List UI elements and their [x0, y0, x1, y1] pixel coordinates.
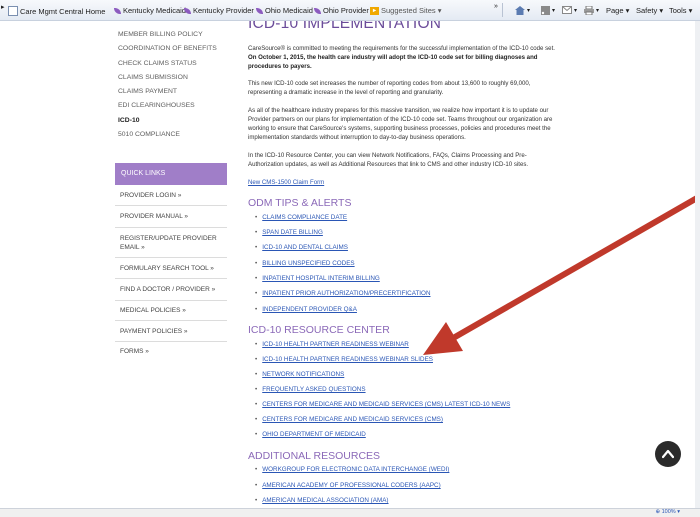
feeds-icon	[541, 6, 550, 15]
page-menu-label: Page ▾	[606, 6, 630, 15]
favorite-suggested-sites[interactable]: ▸ Suggested Sites ▾	[370, 6, 441, 15]
favorite-kentucky-provider[interactable]: Kentucky Provider	[184, 6, 254, 15]
toolbar-separator	[502, 3, 503, 17]
mail-button[interactable]: ▾	[562, 6, 577, 14]
favorites-bar: ▸ Care Mgmt Central Home Kentucky Medica…	[0, 0, 700, 21]
favorite-label: Ohio Provider	[323, 6, 369, 15]
favorite-label: Care Mgmt Central Home	[20, 6, 106, 16]
favorite-ohio-provider[interactable]: Ohio Provider	[314, 6, 369, 15]
more-chevron-icon[interactable]: »	[494, 3, 498, 10]
print-icon	[584, 6, 594, 15]
leaf-icon	[256, 7, 263, 14]
favorite-label: Suggested Sites ▾	[381, 6, 442, 15]
leaf-icon	[314, 7, 321, 14]
zoom-control[interactable]: ⊕ 100% ▾	[655, 509, 680, 515]
page-content: MEMBER BILLING POLICY COORDINATION OF BE…	[0, 21, 700, 508]
leaf-icon	[184, 7, 191, 14]
safety-menu[interactable]: Safety ▾	[636, 6, 663, 15]
leaf-icon	[114, 7, 121, 14]
favorite-label: Kentucky Medicaid	[123, 6, 186, 15]
mail-icon	[562, 6, 572, 14]
page-icon	[8, 6, 18, 16]
scroll-to-top-button[interactable]	[655, 441, 681, 467]
home-button[interactable]: ▾	[515, 6, 530, 15]
favorite-label: Kentucky Provider	[193, 6, 254, 15]
home-icon	[515, 6, 525, 15]
print-button[interactable]: ▾	[584, 6, 599, 15]
chevron-up-icon	[662, 449, 674, 459]
favorite-kentucky-medicaid[interactable]: Kentucky Medicaid	[114, 6, 186, 15]
favorite-care-mgmt-central-home[interactable]: Care Mgmt Central Home	[8, 6, 105, 16]
red-arrow-annotation	[423, 195, 700, 355]
window-edge	[695, 21, 700, 508]
safety-menu-label: Safety ▾	[636, 6, 664, 15]
tools-menu[interactable]: Tools ▾	[669, 6, 692, 15]
page-menu[interactable]: Page ▾	[606, 6, 629, 15]
zoom-level: 100%	[661, 509, 676, 515]
favorite-ohio-medicaid[interactable]: Ohio Medicaid	[256, 6, 313, 15]
favorites-chevron-icon[interactable]: ▸	[1, 3, 5, 11]
favorite-label: Ohio Medicaid	[265, 6, 313, 15]
tools-menu-label: Tools ▾	[669, 6, 693, 15]
suggested-sites-icon: ▸	[370, 6, 379, 15]
feeds-button[interactable]: ▾	[541, 6, 555, 15]
